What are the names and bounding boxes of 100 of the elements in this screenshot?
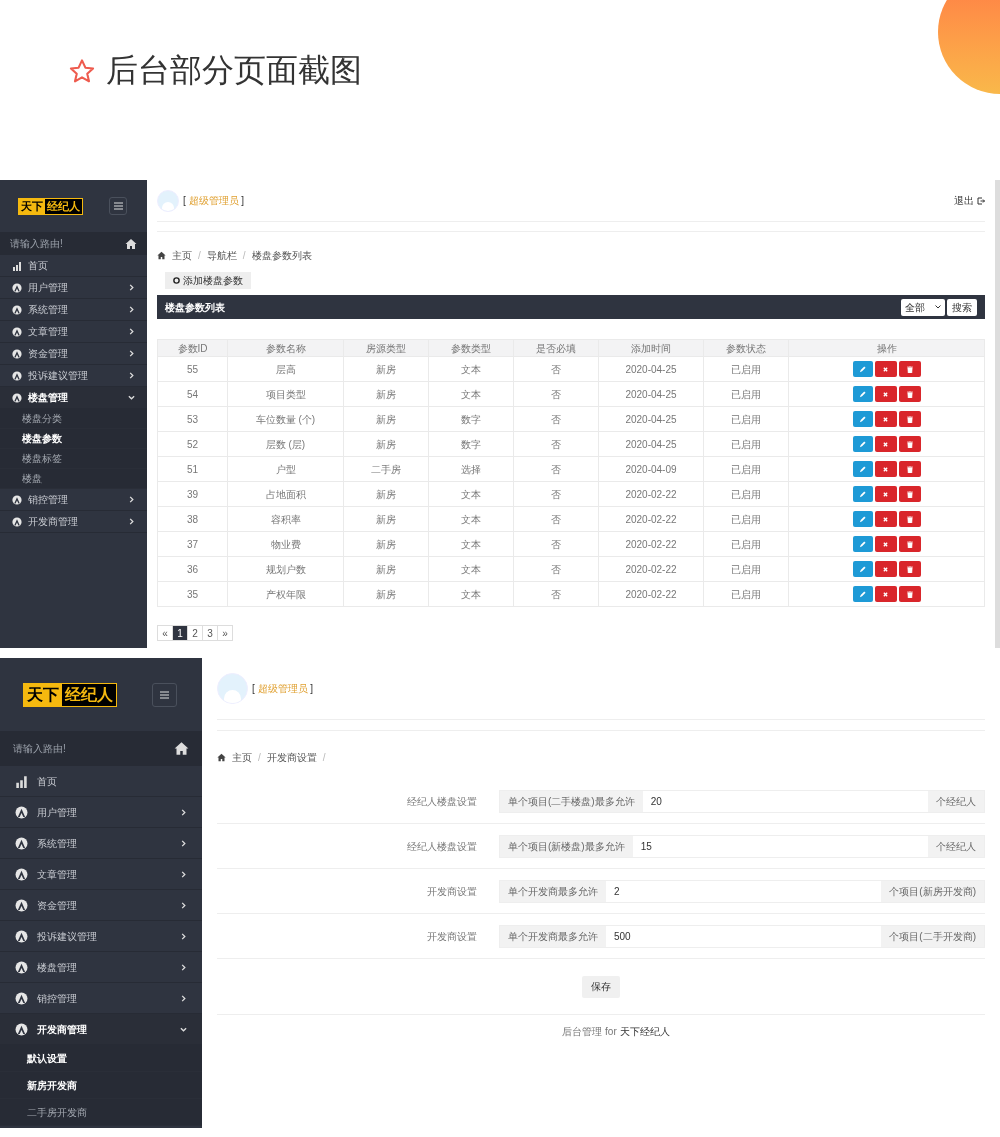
- user-circle-icon: [12, 494, 22, 505]
- breadcrumb-link[interactable]: 主页: [232, 750, 252, 765]
- delete-button[interactable]: [898, 436, 921, 452]
- value-field[interactable]: 500: [606, 925, 882, 947]
- disable-button[interactable]: [874, 536, 897, 552]
- sidebar-subitem[interactable]: 二手房开发商: [0, 1099, 202, 1126]
- route-input[interactable]: 请输入路由!: [13, 741, 137, 756]
- chevron-right-icon: [180, 870, 187, 878]
- edit-button[interactable]: [852, 586, 873, 602]
- table-cell: 二手房: [343, 456, 429, 482]
- page-button[interactable]: 1: [172, 625, 188, 641]
- sidebar-item[interactable]: 楼盘管理: [0, 387, 147, 409]
- delete-button[interactable]: [898, 586, 921, 602]
- sidebar-item[interactable]: 文章管理: [0, 859, 202, 890]
- trash-icon: [906, 415, 913, 423]
- breadcrumb-link[interactable]: 导航栏: [206, 248, 237, 263]
- home-icon: [157, 251, 166, 260]
- sidebar-item[interactable]: 首页: [0, 766, 202, 797]
- setting-field[interactable]: 单个项目(二手楼盘)最多允许 20 个经纪人: [499, 789, 985, 813]
- page-button[interactable]: »: [217, 625, 233, 641]
- disable-button[interactable]: [874, 361, 897, 377]
- sidebar-subitem[interactable]: 楼盘: [0, 469, 147, 489]
- menu-button[interactable]: [109, 197, 127, 215]
- logout-link[interactable]: 退出: [954, 193, 985, 208]
- edit-button[interactable]: [852, 511, 873, 527]
- sidebar-item[interactable]: 用户管理: [0, 277, 147, 299]
- delete-button[interactable]: [898, 411, 921, 427]
- table-cell: 2020-02-22: [598, 581, 704, 607]
- page-button[interactable]: «: [157, 625, 173, 641]
- save-button[interactable]: 保存: [582, 975, 620, 998]
- table-cell: 占地面积: [227, 481, 344, 507]
- disable-button[interactable]: [874, 411, 897, 427]
- sidebar-subitem[interactable]: 楼盘标签: [0, 449, 147, 469]
- sidebar-subitem[interactable]: 新房开发商: [0, 1072, 202, 1099]
- edit-button[interactable]: [852, 436, 873, 452]
- filter-select[interactable]: 全部: [901, 298, 945, 316]
- edit-button[interactable]: [852, 386, 873, 402]
- setting-field[interactable]: 单个项目(新楼盘)最多允许 15 个经纪人: [499, 834, 985, 858]
- delete-button[interactable]: [898, 511, 921, 527]
- sidebar-item[interactable]: 文章管理: [0, 321, 147, 343]
- sidebar-item[interactable]: 销控管理: [0, 489, 147, 511]
- column-header: 参数类型: [428, 339, 514, 357]
- setting-field[interactable]: 单个开发商最多允许 2 个项目(新房开发商): [499, 879, 985, 903]
- route-search-field[interactable]: 请输入路由!: [0, 731, 202, 766]
- disable-button[interactable]: [874, 586, 897, 602]
- disable-button[interactable]: [874, 561, 897, 577]
- table-cell: 2020-04-25: [598, 381, 704, 407]
- chevron-down-icon: [180, 1025, 187, 1033]
- delete-button[interactable]: [898, 536, 921, 552]
- breadcrumb-link[interactable]: 主页: [172, 248, 192, 263]
- sidebar-item[interactable]: 用户管理: [0, 797, 202, 828]
- sidebar-item[interactable]: 系统管理: [0, 828, 202, 859]
- disable-button[interactable]: [874, 486, 897, 502]
- edit-button[interactable]: [852, 461, 873, 477]
- sidebar-item[interactable]: 资金管理: [0, 890, 202, 921]
- breadcrumb-link[interactable]: 开发商设置: [266, 750, 317, 765]
- sidebar-item[interactable]: 资金管理: [0, 343, 147, 365]
- value-field[interactable]: 20: [642, 790, 928, 812]
- chevron-right-icon: [128, 284, 135, 291]
- value-field[interactable]: 15: [632, 835, 928, 857]
- sidebar-item[interactable]: 开发商管理: [0, 1014, 202, 1045]
- delete-button[interactable]: [898, 461, 921, 477]
- search-button[interactable]: 搜索: [947, 298, 977, 316]
- table-cell: 数字: [428, 406, 514, 432]
- value-field[interactable]: 2: [606, 880, 882, 902]
- delete-button[interactable]: [898, 486, 921, 502]
- page-button[interactable]: 3: [202, 625, 218, 641]
- table-cell: 文本: [428, 531, 514, 557]
- sidebar-item[interactable]: 投诉建议管理: [0, 921, 202, 952]
- page-button[interactable]: 2: [187, 625, 203, 641]
- edit-button[interactable]: [852, 486, 873, 502]
- sidebar-item[interactable]: 系统管理: [0, 299, 147, 321]
- disable-button[interactable]: [874, 386, 897, 402]
- route-input[interactable]: 请输入路由!: [10, 236, 99, 251]
- user-circle-icon: [15, 805, 28, 819]
- edit-button[interactable]: [852, 411, 873, 427]
- setting-field[interactable]: 单个开发商最多允许 500 个项目(二手开发商): [499, 924, 985, 948]
- route-search-field[interactable]: 请输入路由!: [0, 232, 147, 255]
- disable-button[interactable]: [874, 511, 897, 527]
- delete-button[interactable]: [898, 561, 921, 577]
- sidebar-item[interactable]: 首页: [0, 255, 147, 277]
- delete-button[interactable]: [898, 386, 921, 402]
- disable-button[interactable]: [874, 436, 897, 452]
- column-header: 是否必填: [513, 339, 599, 357]
- sidebar-subitem[interactable]: 楼盘分类: [0, 409, 147, 429]
- edit-button[interactable]: [852, 536, 873, 552]
- edit-button[interactable]: [852, 561, 873, 577]
- breadcrumb-link[interactable]: 楼盘参数列表: [251, 248, 312, 263]
- pencil-icon: [859, 590, 866, 598]
- delete-button[interactable]: [898, 361, 921, 377]
- sidebar-item[interactable]: 楼盘管理: [0, 952, 202, 983]
- sidebar-subitem[interactable]: 默认设置: [0, 1045, 202, 1072]
- disable-button[interactable]: [874, 461, 897, 477]
- add-button[interactable]: 添加楼盘参数: [165, 272, 251, 289]
- table-cell: 户型: [227, 456, 344, 482]
- sidebar-item[interactable]: 开发商管理: [0, 511, 147, 533]
- field-label: 开发商设置: [426, 929, 478, 944]
- edit-button[interactable]: [852, 361, 873, 377]
- sidebar-subitem[interactable]: 楼盘参数: [0, 429, 147, 449]
- menu-button[interactable]: [152, 682, 177, 707]
